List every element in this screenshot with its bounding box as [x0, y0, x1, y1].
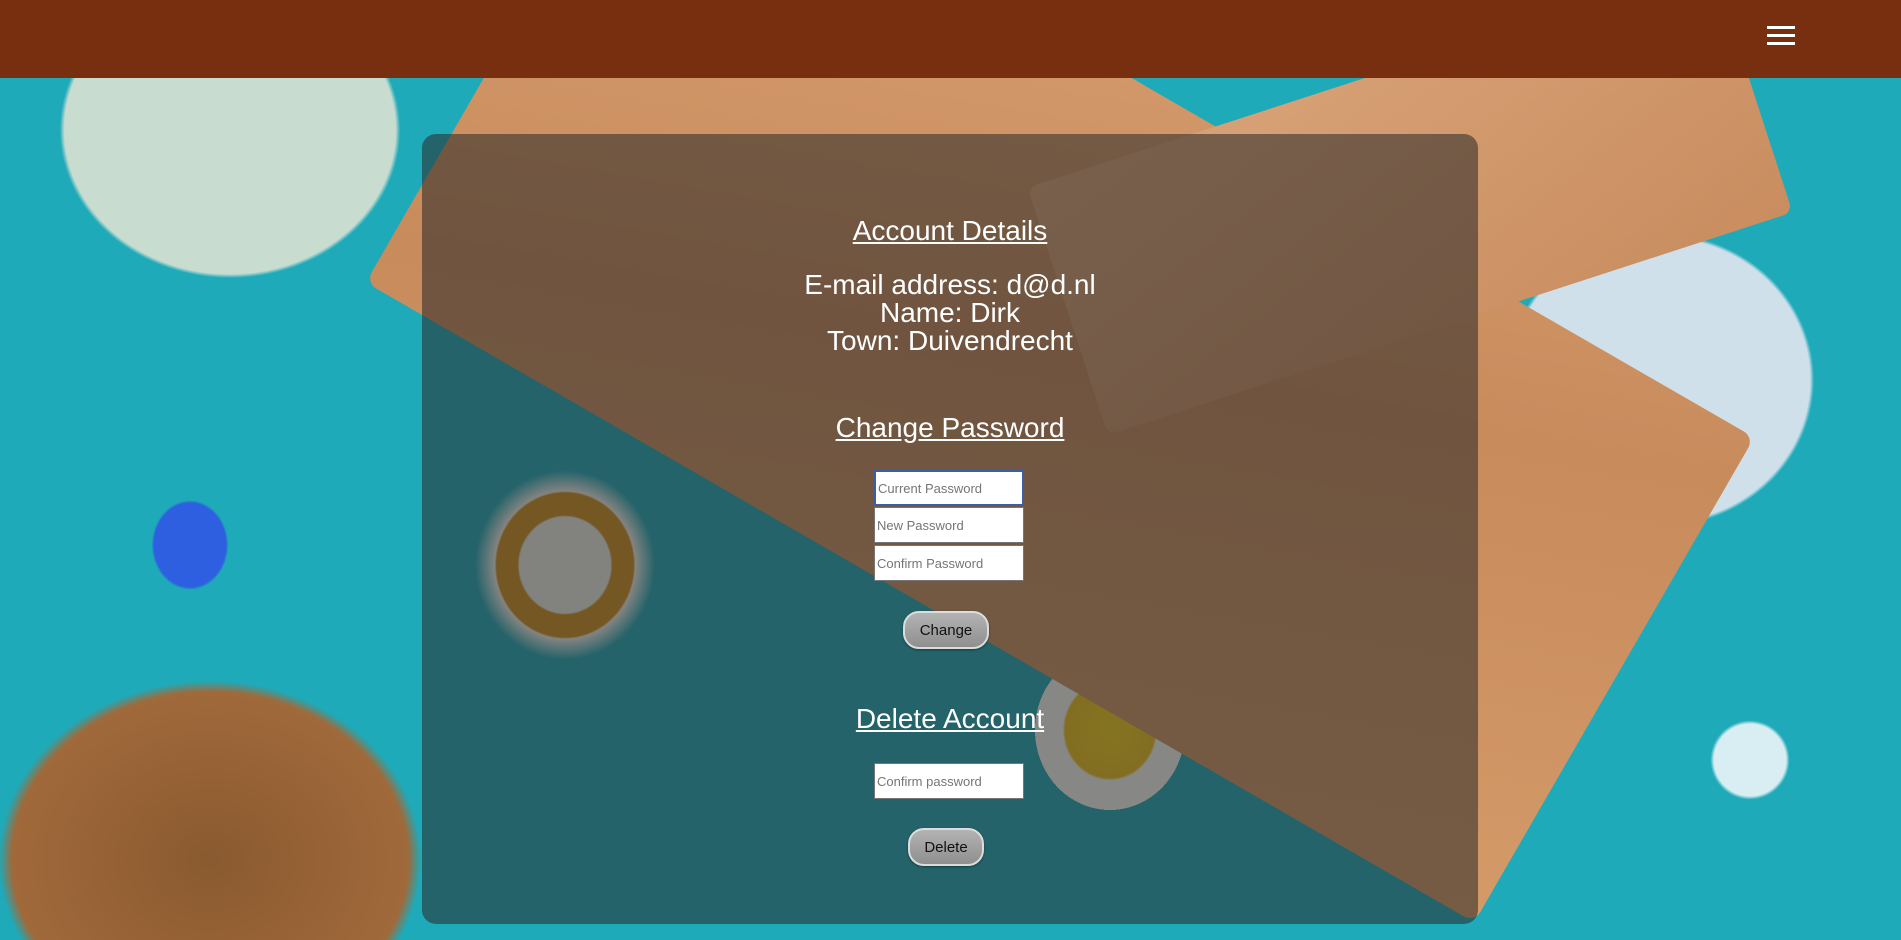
current-password-input[interactable] — [874, 470, 1024, 506]
delete-account-heading: Delete Account — [855, 703, 1045, 734]
account-details-info: E-mail address: d@d.nl Name: Dirk Town: … — [422, 271, 1478, 355]
confirm-password-input[interactable] — [874, 545, 1024, 581]
account-panel: Account Details E-mail address: d@d.nl N… — [422, 134, 1478, 924]
account-details-heading: Account Details — [852, 215, 1048, 246]
change-password-button[interactable]: Change — [903, 611, 989, 649]
email-address-text: E-mail address: d@d.nl — [804, 269, 1096, 300]
top-navbar — [0, 0, 1901, 78]
menu-line — [1767, 42, 1795, 45]
delete-confirm-password-input[interactable] — [874, 763, 1024, 799]
hamburger-menu-icon[interactable] — [1767, 25, 1797, 47]
menu-line — [1767, 26, 1795, 29]
town-text: Town: Duivendrecht — [827, 325, 1073, 356]
name-text: Name: Dirk — [879, 297, 1020, 328]
delete-account-button[interactable]: Delete — [908, 828, 984, 866]
new-password-input[interactable] — [874, 507, 1024, 543]
menu-line — [1767, 34, 1795, 37]
change-password-heading: Change Password — [835, 412, 1065, 443]
